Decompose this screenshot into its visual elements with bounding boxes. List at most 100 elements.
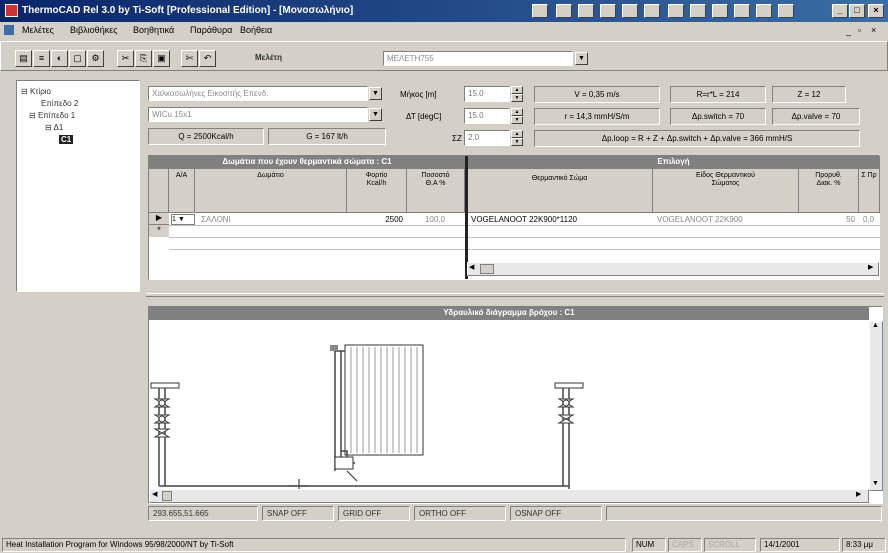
close-button[interactable]: × bbox=[868, 4, 884, 18]
scissors-icon[interactable]: ✄ bbox=[181, 50, 198, 67]
scroll-thumb[interactable] bbox=[162, 491, 172, 501]
cut-icon[interactable]: ✂ bbox=[117, 50, 134, 67]
preview-icon[interactable]: ▢ bbox=[69, 50, 86, 67]
coordinates-readout: 293.655,51.665 bbox=[148, 506, 258, 521]
cell-load[interactable]: 2500 bbox=[353, 215, 403, 224]
cell-radiator-type[interactable]: VOGELANOOT 22K900 bbox=[657, 215, 797, 224]
mdi-close-button[interactable]: × bbox=[871, 25, 876, 35]
dt-stepper[interactable]: ▲ ▼ bbox=[511, 108, 523, 124]
splitter[interactable] bbox=[146, 293, 884, 297]
cell-room[interactable]: ΣΑΛΟΝΙ bbox=[201, 215, 341, 224]
window-title: ThermoCAD Rel 3.0 by Ti-Soft [Profession… bbox=[22, 5, 354, 16]
pipe-size-select[interactable]: WICu 15x1 bbox=[148, 107, 368, 122]
sigma-stepper[interactable]: ▲ ▼ bbox=[511, 130, 523, 146]
pan-icon[interactable] bbox=[734, 4, 750, 18]
save-icon[interactable] bbox=[532, 4, 548, 18]
layer-icon[interactable] bbox=[556, 4, 572, 18]
app-icon[interactable] bbox=[5, 4, 18, 17]
cell-extra[interactable]: 0,0 bbox=[863, 215, 879, 224]
header-preset[interactable]: Προρυθ. Διακ. % bbox=[799, 169, 859, 213]
tree-node-d1[interactable]: ⊟ Δ1 bbox=[45, 123, 63, 132]
grid-icon[interactable] bbox=[600, 4, 616, 18]
scroll-indicator: SCROLL bbox=[704, 538, 756, 552]
header-extra[interactable]: Σ Πρ bbox=[859, 169, 880, 213]
paste-icon[interactable]: ▣ bbox=[153, 50, 170, 67]
header-load[interactable]: Φορτίο Kcal/h bbox=[347, 169, 407, 213]
aa-select[interactable]: 1 ▼ bbox=[171, 214, 195, 225]
list-icon[interactable]: ≡ bbox=[33, 50, 50, 67]
menu-libraries[interactable]: Βιβλιοθήκες bbox=[70, 25, 118, 35]
diagram-horizontal-scrollbar[interactable]: ◀ ▶ bbox=[149, 489, 869, 503]
scroll-right-icon[interactable]: ▶ bbox=[856, 490, 861, 498]
scroll-down-icon[interactable]: ▼ bbox=[872, 480, 879, 487]
menu-utilities[interactable]: Βοηθητικά bbox=[133, 25, 174, 35]
header-aa[interactable]: Α/Α bbox=[169, 169, 195, 213]
measure-icon[interactable] bbox=[644, 4, 660, 18]
maximize-button[interactable]: □ bbox=[849, 4, 865, 18]
heart-icon[interactable] bbox=[690, 4, 706, 18]
ortho-toggle[interactable]: ORTHO OFF bbox=[414, 506, 506, 521]
z-display: Z = 12 bbox=[772, 86, 846, 103]
undo-icon[interactable]: ↶ bbox=[199, 50, 216, 67]
cad-status-row: 293.655,51.665 SNAP OFF GRID OFF ORTHO O… bbox=[148, 505, 883, 522]
header-radiator[interactable]: Θερμαντικό Σώμα bbox=[467, 169, 653, 213]
settings-icon[interactable]: ⚙ bbox=[87, 50, 104, 67]
mdi-minimize-button[interactable]: _ bbox=[846, 26, 851, 36]
header-percent[interactable]: Ποσοστό Θ.Α % bbox=[407, 169, 465, 213]
zoom-icon[interactable] bbox=[712, 4, 728, 18]
chevron-down-icon[interactable]: ▼ bbox=[575, 52, 588, 65]
draw-icon[interactable] bbox=[622, 4, 638, 18]
dp-switch-display: Δp.switch = 70 bbox=[670, 108, 766, 125]
open-icon[interactable]: ◐ bbox=[51, 50, 68, 67]
tree-node-c1[interactable]: C1 bbox=[59, 135, 74, 144]
document-icon[interactable] bbox=[4, 25, 14, 35]
menu-help[interactable]: Βοήθεια bbox=[240, 25, 272, 35]
copy-icon[interactable] bbox=[578, 4, 594, 18]
grid-toggle[interactable]: GRID OFF bbox=[338, 506, 410, 521]
cell-percent[interactable]: 100,0 bbox=[411, 215, 445, 224]
scroll-thumb[interactable] bbox=[480, 264, 494, 274]
menu-windows[interactable]: Παράθυρα bbox=[190, 25, 232, 35]
print-icon[interactable] bbox=[778, 4, 794, 18]
diagram-title: Υδραυλικό διάγραμμα βρόχου : C1 bbox=[149, 307, 869, 320]
dt-input[interactable]: 15.0 bbox=[464, 108, 510, 124]
building-tree[interactable]: ⊟ Κτίριο Επίπεδο 2 ⊟ Επίπεδο 1 ⊟ Δ1 C1 bbox=[16, 80, 140, 292]
cell-preset[interactable]: 50 bbox=[825, 215, 855, 224]
rl-display: R=r*L = 214 bbox=[670, 86, 766, 103]
snap-toggle[interactable]: SNAP OFF bbox=[262, 506, 334, 521]
length-stepper[interactable]: ▲ ▼ bbox=[511, 86, 523, 102]
scroll-up-icon[interactable]: ▲ bbox=[872, 322, 879, 329]
chevron-down-icon[interactable]: ▼ bbox=[369, 87, 382, 100]
chevron-down-icon[interactable]: ▼ bbox=[369, 108, 382, 121]
cell-radiator[interactable]: VOGELANOOT 22K900*1120 bbox=[471, 215, 651, 224]
tree-node-level-2[interactable]: Επίπεδο 2 bbox=[41, 99, 78, 108]
horizontal-scrollbar[interactable]: ◀ ▶ bbox=[467, 262, 879, 276]
scroll-right-icon[interactable]: ▶ bbox=[868, 263, 873, 271]
tree-node-level-1[interactable]: ⊟ Επίπεδο 1 bbox=[29, 111, 75, 120]
minimize-button[interactable]: _ bbox=[832, 4, 848, 18]
sigma-input[interactable]: 2.0 bbox=[464, 130, 510, 146]
header-room[interactable]: Δωμάτιο bbox=[195, 169, 347, 213]
header-radiator-type[interactable]: Είδος Θερμαντικού Σώματος bbox=[653, 169, 799, 213]
scroll-left-icon[interactable]: ◀ bbox=[152, 490, 157, 498]
tree-node-building[interactable]: ⊟ Κτίριο bbox=[21, 87, 51, 96]
grid-header-spacer bbox=[149, 169, 169, 213]
vertical-scrollbar[interactable]: ▲ ▼ bbox=[869, 321, 883, 491]
toolbar: ▤ ≡ ◐ ▢ ⚙ ✂ ⎘ ▣ ✄ ↶ Μελέτη ΜΕΛΕΤΗ755 ▼ bbox=[0, 41, 888, 71]
new-icon[interactable]: ▤ bbox=[15, 50, 32, 67]
pipe-type-select[interactable]: Χαλκοσωλήνες Εικοσιτής Επενδ. bbox=[148, 86, 368, 101]
osnap-toggle[interactable]: OSNAP OFF bbox=[510, 506, 602, 521]
length-input[interactable]: 15.0 bbox=[464, 86, 510, 102]
mdi-restore-button[interactable]: ▫ bbox=[858, 25, 861, 35]
route-icon[interactable] bbox=[668, 4, 684, 18]
copy-icon[interactable]: ⎘ bbox=[135, 50, 152, 67]
time-display: 8:33 μμ bbox=[842, 538, 886, 552]
diagram-canvas[interactable] bbox=[149, 321, 869, 489]
study-select[interactable]: ΜΕΛΕΤΗ755 bbox=[383, 51, 573, 66]
menu-studies[interactable]: Μελέτες bbox=[22, 25, 54, 35]
hydraulic-diagram[interactable]: Υδραυλικό διάγραμμα βρόχου : C1 ▲ ▼ ◀ ▶ bbox=[148, 306, 883, 504]
dp-loop-display: Δp.loop = R + Z + Δp.switch + Δp.valve =… bbox=[534, 130, 860, 147]
scroll-left-icon[interactable]: ◀ bbox=[469, 263, 474, 271]
view-icon[interactable] bbox=[756, 4, 772, 18]
load-display: Q = 2500Kcal/h bbox=[148, 128, 264, 145]
